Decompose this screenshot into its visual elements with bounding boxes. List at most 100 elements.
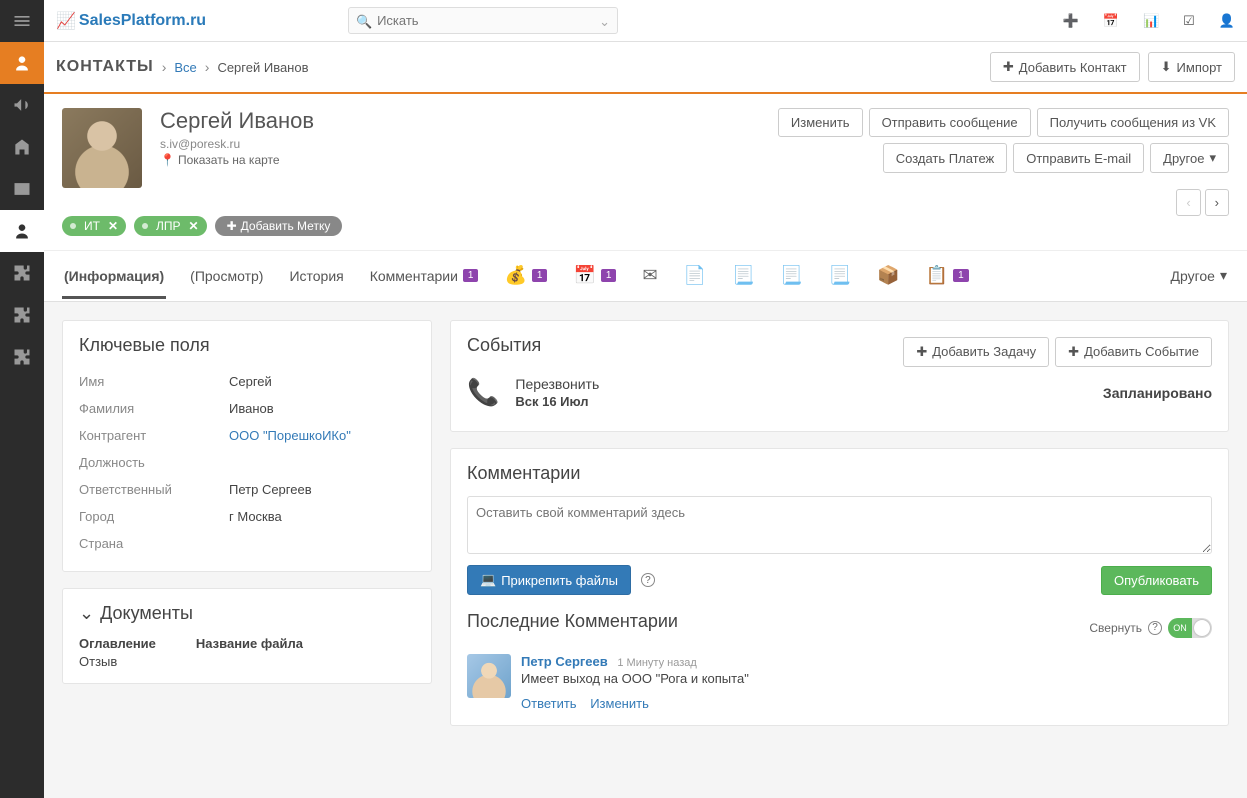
tab-page1[interactable]: 📃 [730, 251, 756, 301]
comment-input[interactable] [467, 496, 1212, 554]
next-record-button[interactable]: › [1205, 189, 1229, 216]
add-icon[interactable]: ➕ [1063, 13, 1079, 29]
contact-avatar[interactable] [62, 108, 142, 188]
menu-icon[interactable] [0, 0, 44, 42]
breadcrumb: КОНТАКТЫ › Все › Сергей Иванов [56, 58, 309, 76]
logo[interactable]: 📈 SalesPlatform.ru [56, 11, 206, 31]
add-task-button[interactable]: ✚Добавить Задачу [903, 337, 1049, 367]
event-row[interactable]: 📞 Перезвонить Вск 16 Июл Запланировано [467, 368, 1212, 417]
download-icon: ⬇ [1161, 59, 1172, 75]
tab-page3[interactable]: 📃 [827, 251, 853, 301]
stats-icon[interactable]: 📊 [1143, 13, 1159, 29]
key-fields-panel: Ключевые поля ИмяСергей ФамилияИванов Ко… [62, 320, 432, 572]
search-input[interactable] [348, 7, 618, 34]
phone-icon: 📞 [467, 377, 499, 408]
comments-panel: Комментарии 💻Прикрепить файлы ? Опублико… [450, 448, 1229, 726]
tab-mail[interactable]: ✉ [640, 251, 659, 301]
event-status: Запланировано [1103, 385, 1212, 401]
plus-icon: ✚ [1003, 59, 1014, 75]
sidebar-item-cards[interactable] [0, 168, 44, 210]
sidebar-item-campaigns[interactable] [0, 84, 44, 126]
docs-col-filename: Название файла [196, 636, 303, 651]
tab-money[interactable]: 💰1 [502, 251, 549, 301]
toggle-on-label: ON [1168, 618, 1192, 638]
label-owner: Ответственный [79, 482, 229, 497]
tag-it[interactable]: ИТ✕ [62, 216, 126, 236]
comment-edit-link[interactable]: Изменить [590, 696, 649, 711]
value-last-name[interactable]: Иванов [229, 401, 274, 416]
sidebar-item-puzzle-3[interactable] [0, 336, 44, 378]
tab-views[interactable]: (Просмотр) [188, 254, 265, 299]
help-icon[interactable]: ? [641, 573, 655, 587]
contact-email[interactable]: s.iv@poresk.ru [160, 137, 314, 151]
tag-remove-icon[interactable]: ✕ [189, 219, 199, 233]
chart-up-icon: 📈 [56, 11, 76, 31]
cal-badge: 1 [601, 269, 617, 282]
module-title[interactable]: КОНТАКТЫ [56, 58, 154, 76]
get-vk-button[interactable]: Получить сообщения из VK [1037, 108, 1229, 137]
chevron-right-icon: › [1215, 195, 1219, 210]
sidebar-item-contacts[interactable] [0, 42, 44, 84]
value-account[interactable]: ООО "ПорешкоИКо" [229, 428, 351, 443]
clip-badge: 1 [953, 269, 969, 282]
prev-record-button[interactable]: ‹ [1176, 189, 1200, 216]
comment-reply-link[interactable]: Ответить [521, 696, 577, 711]
chevron-down-icon: ⌄ [79, 603, 94, 624]
comment-avatar[interactable] [467, 654, 511, 698]
documents-heading[interactable]: ⌄Документы [79, 603, 415, 624]
tab-info[interactable]: (Информация) [62, 254, 166, 299]
send-message-button[interactable]: Отправить сообщение [869, 108, 1031, 137]
plus-icon: ✚ [916, 344, 927, 360]
event-date: Вск 16 Июл [515, 394, 1087, 409]
attach-files-button[interactable]: 💻Прикрепить файлы [467, 565, 631, 595]
pin-icon: 📍 [160, 153, 175, 167]
add-contact-button[interactable]: ✚Добавить Контакт [990, 52, 1140, 82]
edit-button[interactable]: Изменить [778, 108, 863, 137]
sidebar-item-person[interactable] [0, 210, 44, 252]
chevron-right-icon: › [162, 59, 167, 75]
recent-comments-heading: Последние Комментарии [467, 611, 1089, 632]
value-first-name[interactable]: Сергей [229, 374, 272, 389]
sidebar-item-puzzle-2[interactable] [0, 294, 44, 336]
sidebar-item-accounts[interactable] [0, 126, 44, 168]
comment-author[interactable]: Петр Сергеев [521, 654, 608, 669]
tab-page2[interactable]: 📃 [778, 251, 804, 301]
tab-comments[interactable]: Комментарии1 [368, 254, 481, 299]
calendar-icon: 📅 [573, 265, 595, 286]
value-owner[interactable]: Петр Сергеев [229, 482, 312, 497]
tag-remove-icon[interactable]: ✕ [108, 219, 118, 233]
tab-docs[interactable]: 📄 [682, 251, 708, 301]
tags-row: ИТ✕ ЛПР✕ ✚Добавить Метку [44, 198, 1247, 251]
tasks-icon[interactable]: ☑ [1183, 13, 1195, 29]
label-first-name: Имя [79, 374, 229, 389]
tab-calendar[interactable]: 📅1 [571, 251, 618, 301]
collapse-toggle[interactable]: ON [1168, 618, 1212, 638]
send-email-button[interactable]: Отправить E-mail [1013, 143, 1144, 173]
left-sidebar [0, 0, 44, 798]
help-icon[interactable]: ? [1148, 621, 1162, 635]
tab-history[interactable]: История [287, 254, 345, 299]
add-event-button[interactable]: ✚Добавить Событие [1055, 337, 1212, 367]
create-payment-button[interactable]: Создать Платеж [883, 143, 1007, 173]
money-badge: 1 [532, 269, 548, 282]
collapse-label: Свернуть [1089, 621, 1142, 635]
chevron-right-icon: › [205, 59, 210, 75]
calendar-icon[interactable]: 📅 [1103, 13, 1119, 29]
publish-button[interactable]: Опубликовать [1101, 566, 1212, 595]
docs-toc-value[interactable]: Отзыв [79, 654, 156, 669]
label-position: Должность [79, 455, 229, 470]
tab-box[interactable]: 📦 [875, 251, 901, 301]
tab-clip[interactable]: 📋1 [924, 251, 971, 301]
tab-other[interactable]: Другое ▾ [1168, 253, 1229, 299]
value-city[interactable]: г Москва [229, 509, 282, 524]
map-link[interactable]: 📍Показать на карте [160, 153, 314, 167]
search-dropdown-icon[interactable]: ⌄ [599, 14, 610, 30]
key-fields-heading: Ключевые поля [79, 335, 415, 356]
add-tag-button[interactable]: ✚Добавить Метку [215, 216, 343, 236]
sidebar-item-puzzle-1[interactable] [0, 252, 44, 294]
other-dropdown[interactable]: Другое ▾ [1150, 143, 1229, 173]
user-icon[interactable]: 👤 [1219, 13, 1235, 29]
breadcrumb-all[interactable]: Все [174, 60, 196, 75]
import-button[interactable]: ⬇Импорт [1148, 52, 1235, 82]
tag-lpr[interactable]: ЛПР✕ [134, 216, 207, 236]
